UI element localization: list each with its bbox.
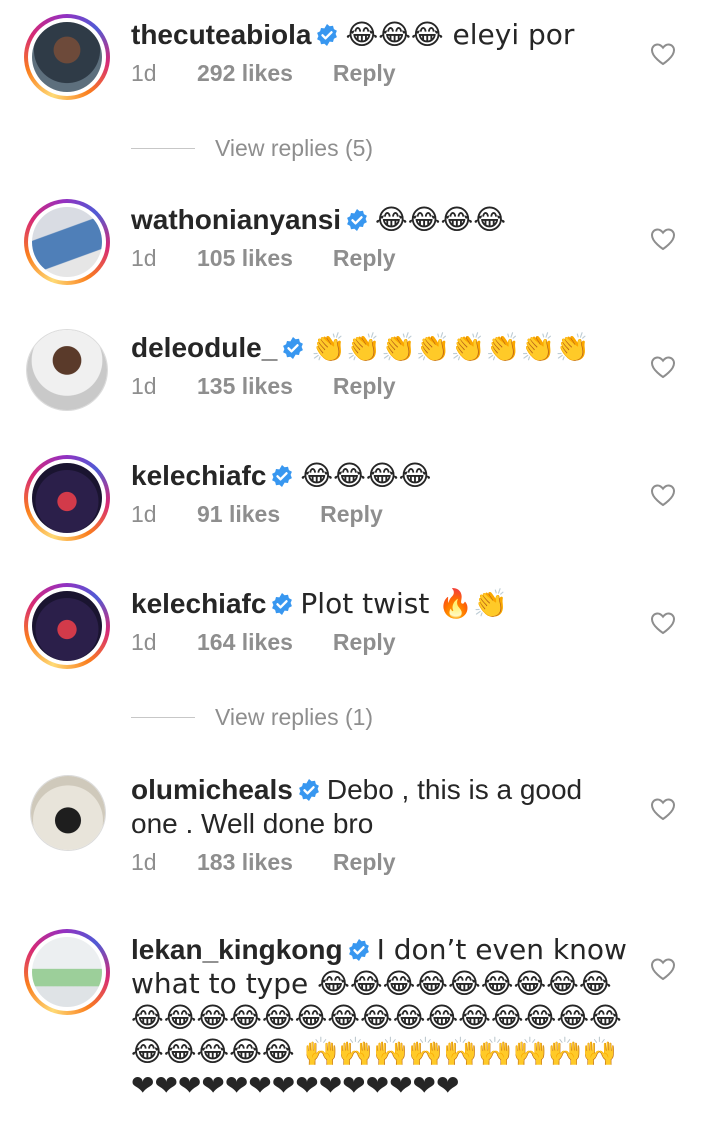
verified-badge-icon [298,779,319,801]
comment-text: 😂😂😂 eleyi por [345,18,575,51]
heart-outline-icon[interactable] [650,957,676,981]
reply-button[interactable]: Reply [333,849,396,876]
comment-time: 1d [131,501,157,527]
comment-username[interactable]: lekan_kingkong [131,934,343,965]
comment-likes[interactable]: 135 likes [197,373,293,400]
avatar[interactable] [24,455,110,541]
comment-username[interactable]: olumicheals [131,774,293,805]
comment-username[interactable]: thecuteabiola [131,19,311,50]
comment-text: 😂😂😂😂 [375,203,506,236]
avatar[interactable] [30,775,106,851]
comment-likes[interactable]: 292 likes [197,60,293,87]
avatar[interactable] [24,14,110,100]
verified-badge-icon [283,337,304,359]
comment-text: 👏👏👏👏👏👏👏👏 [311,331,591,364]
reply-button[interactable]: Reply [333,60,396,87]
verified-badge-icon [348,939,369,961]
comment-time: 1d [131,629,157,655]
reply-button[interactable]: Reply [320,501,383,528]
heart-outline-icon[interactable] [650,227,676,251]
view-replies-label[interactable]: View replies (5) [215,135,373,162]
verified-badge-icon [347,209,367,231]
view-replies-button[interactable]: View replies (5) [131,135,373,162]
avatar[interactable] [26,329,108,411]
heart-outline-icon[interactable] [650,355,676,379]
comment-likes[interactable]: 105 likes [197,245,293,272]
verified-badge-icon [272,465,293,487]
comment-username[interactable]: wathonianyansi [131,204,341,235]
view-replies-label[interactable]: View replies (1) [215,704,373,731]
comment-time: 1d [131,245,157,271]
comment-text: Plot twist 🔥👏 [300,587,508,620]
reply-button[interactable]: Reply [333,373,396,400]
comment-likes[interactable]: 183 likes [197,849,293,876]
comment-username[interactable]: kelechiafc [131,460,266,491]
reply-button[interactable]: Reply [333,245,396,272]
heart-outline-icon[interactable] [650,611,676,635]
divider [131,717,195,718]
verified-badge-icon [272,593,293,615]
avatar[interactable] [24,929,110,1015]
reply-button[interactable]: Reply [333,629,396,656]
comment-time: 1d [131,60,157,86]
comment-time: 1d [131,849,157,875]
avatar[interactable] [24,199,110,285]
comment-likes[interactable]: 164 likes [197,629,293,656]
heart-outline-icon[interactable] [650,42,676,66]
comment-username[interactable]: deleodule_ [131,332,277,363]
comment-text: 😂😂😂😂 [300,459,432,492]
heart-outline-icon[interactable] [650,483,676,507]
heart-outline-icon[interactable] [650,797,676,821]
avatar[interactable] [24,583,110,669]
view-replies-button[interactable]: View replies (1) [131,704,373,731]
comment-likes[interactable]: 91 likes [197,501,280,528]
comment-username[interactable]: kelechiafc [131,588,266,619]
comment-time: 1d [131,373,157,399]
divider [131,148,195,149]
verified-badge-icon [317,24,338,46]
